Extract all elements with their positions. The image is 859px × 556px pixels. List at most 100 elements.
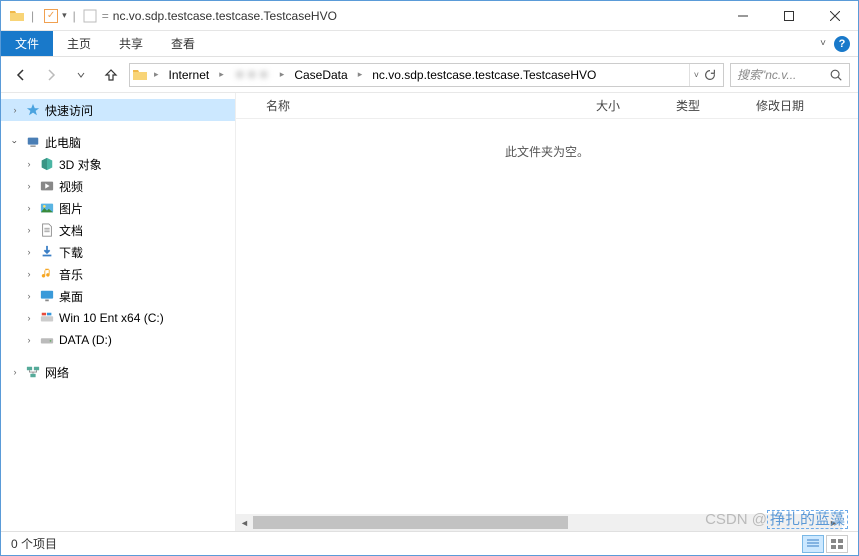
help-icon[interactable]: ?	[834, 36, 850, 52]
tree-desktop[interactable]: › 桌面	[1, 285, 235, 307]
computer-icon	[25, 134, 41, 150]
chevron-right-icon[interactable]: ›	[23, 158, 35, 170]
chevron-down-icon[interactable]: ˅	[694, 70, 699, 80]
breadcrumb-item-hidden[interactable]: ＊＊＊	[228, 64, 276, 86]
close-button[interactable]	[812, 1, 858, 31]
scroll-left-icon[interactable]: ◄	[236, 514, 253, 531]
windows-drive-icon	[39, 310, 55, 326]
chevron-down-icon[interactable]: ›	[9, 136, 21, 148]
nav-back-button[interactable]	[9, 63, 33, 87]
chevron-right-icon[interactable]: ›	[9, 104, 21, 116]
file-view: 名称 大小 类型 修改日期 此文件夹为空。 ◄ ►	[236, 93, 858, 531]
breadcrumb[interactable]: ▸ Internet ▸ ＊＊＊ ▸ CaseData ▸ nc.vo.sdp.…	[129, 63, 724, 87]
tab-view[interactable]: 查看	[157, 31, 209, 56]
tree-pictures[interactable]: › 图片	[1, 197, 235, 219]
desktop-icon	[39, 288, 55, 304]
search-placeholder: 搜索"nc.v...	[737, 66, 796, 83]
view-mode-toggle	[802, 535, 848, 553]
tree-this-pc[interactable]: › 此电脑	[1, 131, 235, 153]
chevron-right-icon[interactable]: ›	[23, 246, 35, 258]
tree-videos[interactable]: › 视频	[1, 175, 235, 197]
qat-checkbox[interactable]: ✓ ▾	[44, 9, 67, 23]
window-title: nc.vo.sdp.testcase.testcase.TestcaseHVO	[113, 9, 337, 23]
statusbar: 0 个项目	[1, 531, 858, 555]
tree-quick-access[interactable]: › 快速访问	[1, 99, 235, 121]
tree-drive-d[interactable]: › DATA (D:)	[1, 329, 235, 351]
scrollbar-thumb[interactable]	[253, 516, 568, 529]
nav-up-button[interactable]	[99, 63, 123, 87]
refresh-icon[interactable]	[703, 68, 717, 82]
tree-label: 桌面	[59, 288, 83, 305]
folder-path-icon	[82, 8, 98, 24]
nav-recent-dropdown[interactable]	[69, 63, 93, 87]
chevron-right-icon[interactable]: ›	[23, 312, 35, 324]
maximize-button[interactable]	[766, 1, 812, 31]
horizontal-scrollbar[interactable]: ◄ ►	[236, 514, 842, 531]
tab-home[interactable]: 主页	[53, 31, 105, 56]
equals-icon: =	[102, 9, 109, 23]
scroll-right-icon[interactable]: ►	[825, 514, 842, 531]
column-date[interactable]: 修改日期	[756, 97, 836, 114]
titlebar: | ✓ ▾ | = nc.vo.sdp.testcase.testcase.Te…	[1, 1, 858, 31]
column-name[interactable]: 名称	[266, 97, 596, 114]
tree-downloads[interactable]: › 下载	[1, 241, 235, 263]
tree-label: 图片	[59, 200, 83, 217]
tree-label: 下载	[59, 244, 83, 261]
chevron-right-icon[interactable]: ›	[23, 180, 35, 192]
tree-label: 3D 对象	[59, 156, 102, 173]
chevron-right-icon[interactable]: ›	[23, 202, 35, 214]
tree-label: 视频	[59, 178, 83, 195]
chevron-right-icon[interactable]: ▸	[276, 64, 289, 86]
video-icon	[39, 178, 55, 194]
tree-label: 音乐	[59, 266, 83, 283]
tree-label: Win 10 Ent x64 (C:)	[59, 311, 164, 325]
network-icon	[25, 364, 41, 380]
column-type[interactable]: 类型	[676, 97, 756, 114]
minimize-button[interactable]	[720, 1, 766, 31]
chevron-right-icon[interactable]: ›	[23, 290, 35, 302]
nav-toolbar: ▸ Internet ▸ ＊＊＊ ▸ CaseData ▸ nc.vo.sdp.…	[1, 57, 858, 93]
separator: |	[73, 9, 76, 23]
column-headers: 名称 大小 类型 修改日期	[236, 93, 858, 119]
chevron-right-icon[interactable]: ›	[9, 366, 21, 378]
tree-3d-objects[interactable]: › 3D 对象	[1, 153, 235, 175]
tree-label: 网络	[45, 364, 69, 381]
breadcrumb-item[interactable]: Internet	[163, 64, 216, 86]
chevron-right-icon[interactable]: ▸	[150, 64, 163, 86]
breadcrumb-item[interactable]: nc.vo.sdp.testcase.testcase.TestcaseHVO	[366, 64, 602, 86]
item-count: 0 个项目	[11, 535, 57, 552]
chevron-right-icon[interactable]: ▸	[215, 64, 228, 86]
details-view-button[interactable]	[802, 535, 824, 553]
tab-share[interactable]: 共享	[105, 31, 157, 56]
nav-forward-button[interactable]	[39, 63, 63, 87]
folder-icon	[132, 66, 150, 84]
nav-tree: › 快速访问 › 此电脑 › 3D 对象 › 视频	[1, 93, 236, 531]
chevron-right-icon[interactable]: ›	[23, 268, 35, 280]
tree-music[interactable]: › 音乐	[1, 263, 235, 285]
empty-folder-message: 此文件夹为空。	[236, 143, 858, 160]
content-area: › 快速访问 › 此电脑 › 3D 对象 › 视频	[1, 93, 858, 531]
expand-ribbon-icon[interactable]: ˅	[820, 38, 826, 49]
star-icon	[25, 102, 41, 118]
tree-network[interactable]: › 网络	[1, 361, 235, 383]
search-input[interactable]: 搜索"nc.v...	[730, 63, 850, 87]
tab-file[interactable]: 文件	[1, 31, 53, 56]
tree-drive-c[interactable]: › Win 10 Ent x64 (C:)	[1, 307, 235, 329]
tree-label: 文档	[59, 222, 83, 239]
chevron-down-icon: ▾	[62, 10, 67, 21]
tree-label: DATA (D:)	[59, 333, 112, 347]
chevron-right-icon[interactable]: ›	[23, 334, 35, 346]
chevron-right-icon[interactable]: ›	[23, 224, 35, 236]
column-size[interactable]: 大小	[596, 97, 676, 114]
check-icon: ✓	[44, 9, 58, 23]
ribbon-tabs: 文件 主页 共享 查看 ˅ ?	[1, 31, 858, 57]
download-icon	[39, 244, 55, 260]
scrollbar-track[interactable]	[253, 514, 825, 531]
breadcrumb-item[interactable]: CaseData	[288, 64, 353, 86]
music-icon	[39, 266, 55, 282]
chevron-right-icon[interactable]: ▸	[354, 64, 367, 86]
tree-documents[interactable]: › 文档	[1, 219, 235, 241]
icons-view-button[interactable]	[826, 535, 848, 553]
search-icon	[829, 68, 843, 82]
cube-icon	[39, 156, 55, 172]
